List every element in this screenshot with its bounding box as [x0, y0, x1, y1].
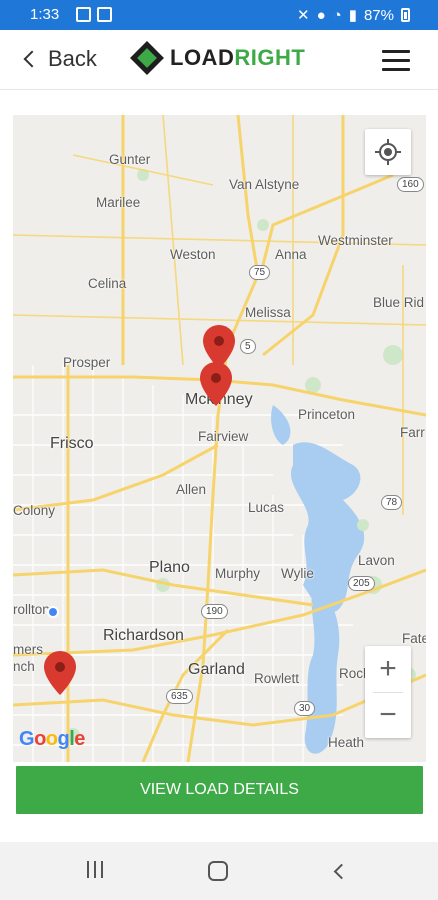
place-label: Gunter	[109, 152, 151, 167]
place-label: Farr	[400, 425, 425, 440]
place-label: Plano	[149, 559, 190, 576]
place-label: Prosper	[63, 355, 111, 370]
road-shield: 190	[201, 604, 228, 619]
place-label: Weston	[170, 247, 216, 262]
place-label: Blue Rid	[373, 295, 425, 310]
signal-icon: ▮	[348, 7, 357, 24]
mute-icon: ✕	[297, 7, 310, 24]
place-label: rollton	[13, 602, 50, 617]
my-location-button[interactable]	[365, 129, 411, 175]
road-shield: 205	[348, 576, 375, 591]
status-time: 1:33	[30, 6, 60, 23]
place-label: Wylie	[281, 566, 314, 581]
battery-icon	[401, 8, 410, 22]
view-load-details-button[interactable]: VIEW LOAD DETAILS	[16, 766, 423, 814]
place-label: Lavon	[358, 553, 395, 568]
logo-mark-icon	[130, 41, 164, 75]
place-label: Melissa	[245, 305, 291, 320]
app-header: Back LOADRIGHT	[0, 30, 438, 90]
road-shield: 75	[249, 265, 271, 280]
place-label: Fairview	[198, 429, 249, 444]
system-back-button[interactable]	[333, 863, 350, 880]
location-icon: ●	[316, 6, 326, 24]
place-label: Princeton	[298, 407, 356, 422]
crosshair-icon	[375, 139, 401, 165]
zoom-out-button[interactable]: −	[365, 692, 411, 738]
logo-text: LOADRIGHT	[170, 45, 306, 70]
map-view[interactable]: Gunter Van Alstyne Marilee Weston Anna W…	[13, 115, 426, 762]
status-bar: 1:33 ✕ ● ◔ ▮ 87%	[0, 0, 438, 30]
zoom-in-button[interactable]: +	[365, 646, 411, 692]
road-shield: 30	[294, 701, 316, 716]
zoom-controls: + −	[365, 646, 411, 738]
back-button[interactable]: Back	[22, 46, 97, 72]
place-label: nch	[13, 659, 35, 674]
road-shield: 160	[397, 177, 424, 192]
home-button[interactable]	[208, 861, 228, 881]
road-shield: 78	[381, 495, 403, 510]
gallery-icon	[97, 7, 112, 22]
google-logo: Google	[19, 728, 85, 750]
map-pin[interactable]	[200, 362, 232, 406]
place-label: Celina	[88, 276, 127, 291]
notification-icon	[76, 7, 91, 22]
place-label: Rowlett	[254, 671, 300, 686]
place-label: Anna	[275, 247, 307, 262]
place-label: Van Alstyne	[229, 177, 300, 192]
chevron-left-icon	[23, 50, 41, 68]
place-label: Lucas	[248, 500, 285, 515]
wifi-icon: ◔	[332, 6, 342, 24]
road-shield: 635	[166, 689, 193, 704]
recent-apps-button[interactable]	[87, 861, 103, 878]
battery-percent: 87%	[363, 6, 394, 24]
place-label: Marilee	[96, 195, 141, 210]
place-label: Garland	[188, 661, 245, 678]
current-location-dot	[47, 606, 59, 618]
place-label: Fate	[402, 631, 426, 646]
place-label: Westminster	[318, 233, 393, 248]
place-label: mers	[13, 642, 43, 657]
loadright-logo: LOADRIGHT	[130, 41, 305, 75]
status-right: ✕ ● ◔ ▮ 87%	[297, 6, 410, 24]
back-label: Back	[48, 46, 97, 71]
system-nav-bar	[0, 842, 438, 900]
road-shield: 5	[240, 339, 256, 354]
place-label: Allen	[176, 482, 207, 497]
notification-icons	[76, 7, 112, 22]
hamburger-menu-icon[interactable]	[382, 50, 410, 72]
place-label: Frisco	[50, 435, 94, 452]
place-label: Heath	[328, 735, 365, 750]
place-label: Colony	[13, 503, 56, 518]
place-label: Murphy	[215, 566, 261, 581]
place-label: Richardson	[103, 627, 184, 644]
map-pin[interactable]	[44, 651, 76, 695]
